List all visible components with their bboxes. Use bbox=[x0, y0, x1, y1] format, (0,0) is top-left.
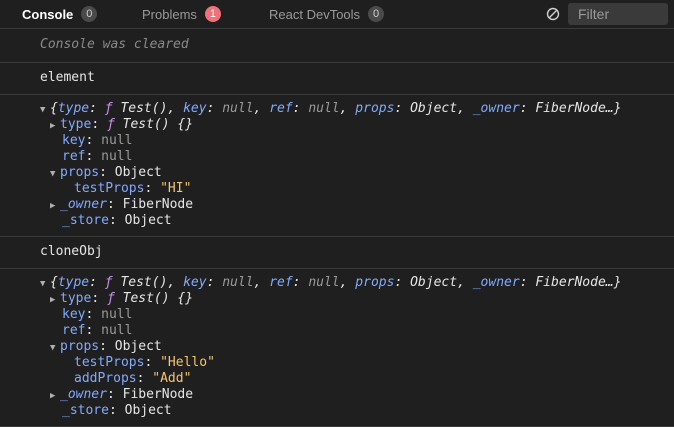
prop-props[interactable]: ▼ props: Object bbox=[40, 165, 674, 181]
clear-console-button[interactable] bbox=[544, 5, 562, 23]
prop-key: key: null bbox=[62, 307, 133, 322]
panel-tabbar: Console 0 Problems 1 React DevTools 0 bbox=[0, 0, 674, 29]
triangle-right-icon[interactable]: ▶ bbox=[50, 292, 60, 308]
clear-console-icon bbox=[546, 7, 560, 21]
console-output: Console was cleared element ▼ {type: ƒ Te… bbox=[0, 29, 674, 427]
log-label-element: element bbox=[0, 63, 674, 95]
tab-console-label: Console bbox=[22, 6, 74, 22]
prop-store: _store: Object bbox=[62, 213, 172, 228]
triangle-down-icon[interactable]: ▼ bbox=[40, 276, 50, 292]
prop-key: key: null bbox=[62, 133, 133, 148]
triangle-down-icon[interactable]: ▼ bbox=[50, 166, 60, 182]
prop-ref: ref: null bbox=[62, 323, 133, 338]
triangle-down-icon[interactable]: ▼ bbox=[50, 340, 60, 356]
triangle-right-icon[interactable]: ▶ bbox=[50, 198, 60, 214]
tab-problems-label: Problems bbox=[142, 6, 197, 22]
prop-type[interactable]: ▶ type: ƒ Test() {} bbox=[40, 117, 674, 133]
triangle-down-icon[interactable]: ▼ bbox=[40, 102, 50, 118]
tab-problems[interactable]: Problems 1 bbox=[142, 0, 221, 28]
prop-testProps: testProps: "HI" bbox=[74, 181, 192, 196]
triangle-right-icon[interactable]: ▶ bbox=[50, 388, 60, 404]
prop-store: _store: Object bbox=[62, 403, 172, 418]
object-preview-cloneObj: ▼ {type: ƒ Test(), key: null, ref: null, … bbox=[0, 269, 674, 427]
filter-input[interactable] bbox=[568, 3, 668, 25]
prop-props[interactable]: ▼ props: Object bbox=[40, 339, 674, 355]
prop-owner[interactable]: ▶ _owner: FiberNode bbox=[40, 197, 674, 213]
prop-owner[interactable]: ▶ _owner: FiberNode bbox=[40, 387, 674, 403]
prop-addProps: addProps: "Add" bbox=[74, 371, 192, 386]
prop-ref: ref: null bbox=[62, 149, 133, 164]
tab-react-devtools-label: React DevTools bbox=[269, 6, 361, 22]
prop-testProps: testProps: "Hello" bbox=[74, 355, 215, 370]
object-preview-element: ▼ {type: ƒ Test(), key: null, ref: null, … bbox=[0, 95, 674, 237]
tab-console[interactable]: Console 0 bbox=[22, 0, 98, 28]
object-summary[interactable]: ▼ {type: ƒ Test(), key: null, ref: null, … bbox=[40, 101, 674, 117]
prop-type[interactable]: ▶ type: ƒ Test() {} bbox=[40, 291, 674, 307]
console-count-badge: 0 bbox=[81, 6, 98, 22]
problems-count-badge: 1 bbox=[204, 6, 221, 22]
react-devtools-count-badge: 0 bbox=[368, 6, 385, 22]
log-label-cloneObj: cloneObj bbox=[0, 237, 674, 269]
object-summary[interactable]: ▼ {type: ƒ Test(), key: null, ref: null, … bbox=[40, 275, 674, 291]
triangle-right-icon[interactable]: ▶ bbox=[50, 118, 60, 134]
console-cleared-message: Console was cleared bbox=[0, 29, 674, 63]
tab-react-devtools[interactable]: React DevTools 0 bbox=[269, 0, 385, 28]
